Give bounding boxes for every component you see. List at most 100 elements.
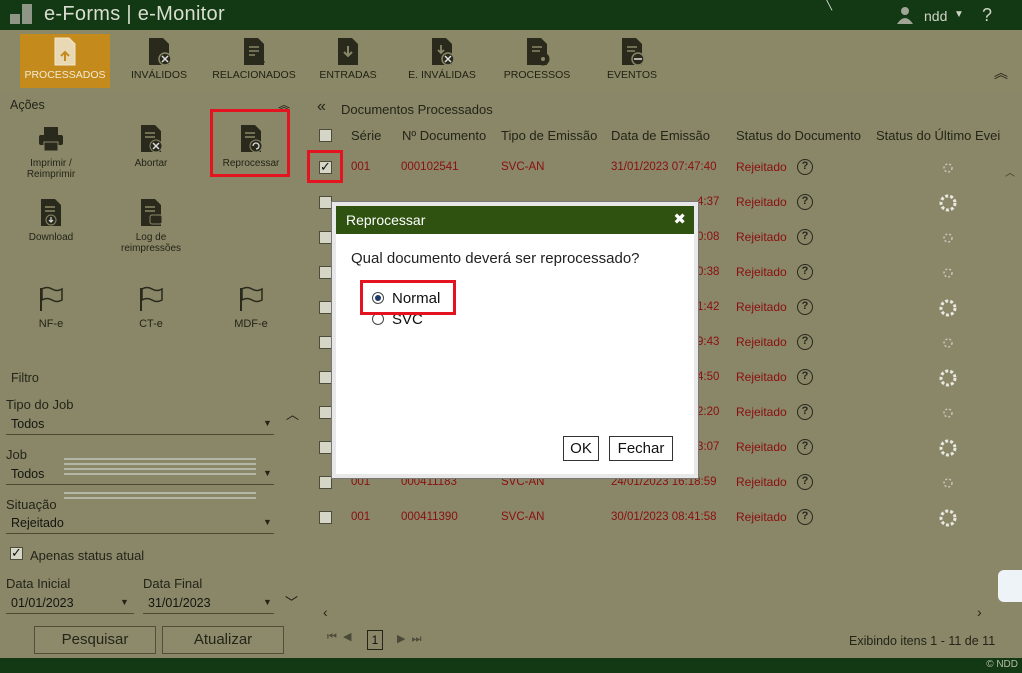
chevron-up-icon[interactable]: ︿ <box>286 404 299 423</box>
cell-data-emissao: 0:08 <box>697 231 720 243</box>
col-data-emissao[interactable]: Data de Emissão <box>611 128 710 143</box>
help-icon[interactable]: ? <box>797 439 813 455</box>
help-icon[interactable]: ? <box>797 474 813 490</box>
pager-current-page[interactable]: 1 <box>367 630 383 650</box>
chevron-down-icon[interactable]: ▼ <box>120 597 129 607</box>
chevron-down-icon[interactable]: ▼ <box>263 517 272 527</box>
help-icon[interactable]: ? <box>982 5 992 26</box>
action-imprimir-button[interactable]: Imprimir / Reimprimir <box>11 124 91 180</box>
user-icon[interactable] <box>896 6 914 24</box>
dialog-header: Reprocessar ✖ <box>336 206 694 234</box>
radio-svc[interactable] <box>372 313 384 325</box>
cell-status: Rejeitado <box>736 510 787 524</box>
scroll-right-icon[interactable]: › <box>977 604 982 620</box>
data-inicial-input[interactable]: 01/01/2023 <box>11 596 74 610</box>
help-icon[interactable]: ? <box>797 159 813 175</box>
pager-next-last[interactable]: ▶ ⏭ <box>397 632 421 646</box>
atualizar-button[interactable]: Atualizar <box>162 626 284 654</box>
document-log-icon <box>141 199 163 226</box>
job-select[interactable]: Todos <box>11 467 44 481</box>
collapse-actions-icon[interactable]: ︽ <box>278 96 290 113</box>
table-row[interactable]: 001 000102541 SVC-AN 31/01/2023 07:47:40 Rej… <box>307 150 1022 185</box>
document-download-icon <box>41 199 61 226</box>
mouse-cursor-icon: ╲ <box>826 0 833 11</box>
collapse-toolbar-icon[interactable]: ︽ <box>994 63 1008 83</box>
help-icon[interactable]: ? <box>797 334 813 350</box>
cell-status: Rejeitado <box>736 405 787 419</box>
situacao-select[interactable]: Rejeitado <box>11 516 64 530</box>
row-checkbox[interactable] <box>319 266 332 279</box>
row-checkbox[interactable] <box>319 336 332 349</box>
user-name[interactable]: ndd <box>924 8 947 24</box>
col-status-documento[interactable]: Status do Documento <box>736 128 861 143</box>
chevron-down-icon[interactable]: ▼ <box>263 418 272 428</box>
flag-icon <box>40 286 63 311</box>
tab-processos[interactable]: PROCESSOS <box>502 34 572 88</box>
cell-data-emissao: 4:50 <box>697 371 720 383</box>
chevron-down-icon[interactable]: ▼ <box>263 468 272 478</box>
row-checkbox[interactable] <box>319 476 332 489</box>
tab-eventos[interactable]: EVENTOS <box>604 34 660 88</box>
col-serie[interactable]: Série <box>351 128 381 143</box>
cell-numero: 000411390 <box>401 511 458 523</box>
event-status-icon <box>939 194 957 212</box>
filter-nfe-button[interactable]: NF-e <box>21 286 81 330</box>
action-abortar-button[interactable]: Abortar <box>111 124 191 169</box>
col-numero[interactable]: Nº Documento <box>402 128 486 143</box>
col-status-ultimo-evento[interactable]: Status do Último Evei <box>876 128 1004 143</box>
tab-e-invalidas[interactable]: E. INVÁLIDAS <box>404 34 480 88</box>
pager-first-prev[interactable]: ⏮ ◀ <box>327 630 351 644</box>
filter-mdfe-button[interactable]: MDF-e <box>221 286 281 330</box>
divider <box>143 613 274 614</box>
select-all-checkbox[interactable] <box>319 129 332 142</box>
help-icon[interactable]: ? <box>797 264 813 280</box>
chevron-down-icon[interactable]: ▼ <box>954 9 964 20</box>
data-inicial-label: Data Inicial <box>6 576 71 591</box>
ok-button[interactable]: OK <box>563 436 599 461</box>
help-icon[interactable]: ? <box>797 509 813 525</box>
pesquisar-button[interactable]: Pesquisar <box>34 626 156 654</box>
action-reprocessar-button[interactable]: Reprocessar <box>211 124 291 169</box>
apenas-status-checkbox[interactable] <box>10 545 23 561</box>
row-checkbox[interactable] <box>319 301 332 314</box>
tab-relacionados[interactable]: RELACIONADOS <box>210 34 298 88</box>
chevron-down-icon[interactable]: ﹀ <box>285 592 298 611</box>
row-checkbox[interactable] <box>319 196 332 209</box>
action-log-button[interactable]: Log de reimpressões <box>111 198 191 254</box>
help-icon[interactable]: ? <box>797 229 813 245</box>
copyright: © NDD <box>986 659 1018 670</box>
tab-invalidos[interactable]: INVÁLIDOS <box>124 34 194 88</box>
radio-normal-label[interactable]: Normal <box>392 290 440 307</box>
row-checkbox[interactable] <box>319 371 332 384</box>
help-icon[interactable]: ? <box>797 369 813 385</box>
action-download-button[interactable]: Download <box>11 198 91 243</box>
tab-processados[interactable]: PROCESSADOS <box>20 34 110 88</box>
radio-svc-label[interactable]: SVC <box>392 311 423 328</box>
cell-status: Rejeitado <box>736 300 787 314</box>
table-row[interactable]: 001 000411390 SVC-AN 30/01/2023 08:41:58 Rej… <box>307 500 1022 535</box>
event-status-icon <box>939 299 957 317</box>
loading-indicator <box>64 492 256 520</box>
help-icon[interactable]: ? <box>797 404 813 420</box>
row-checkbox[interactable] <box>319 441 332 454</box>
remote-support-icon[interactable] <box>998 570 1022 602</box>
cell-status: Rejeitado <box>736 160 787 174</box>
close-icon[interactable]: ✖ <box>673 210 686 228</box>
row-checkbox[interactable] <box>319 511 332 524</box>
radio-normal[interactable] <box>372 292 384 304</box>
collapse-left-icon[interactable]: « <box>317 98 326 116</box>
data-final-input[interactable]: 31/01/2023 <box>148 596 211 610</box>
row-checkbox[interactable] <box>319 159 332 175</box>
fechar-button[interactable]: Fechar <box>609 436 673 461</box>
cell-data-emissao: 9:43 <box>697 336 720 348</box>
tipo-job-select[interactable]: Todos <box>11 417 44 431</box>
help-icon[interactable]: ? <box>797 194 813 210</box>
row-checkbox[interactable] <box>319 231 332 244</box>
col-tipo-emissao[interactable]: Tipo de Emissão <box>501 128 597 143</box>
tab-entradas[interactable]: ENTRADAS <box>316 34 380 88</box>
row-checkbox[interactable] <box>319 406 332 419</box>
help-icon[interactable]: ? <box>797 299 813 315</box>
filter-cte-button[interactable]: CT-e <box>121 286 181 330</box>
chevron-down-icon[interactable]: ▼ <box>263 597 272 607</box>
scroll-left-icon[interactable]: ‹ <box>323 604 328 620</box>
